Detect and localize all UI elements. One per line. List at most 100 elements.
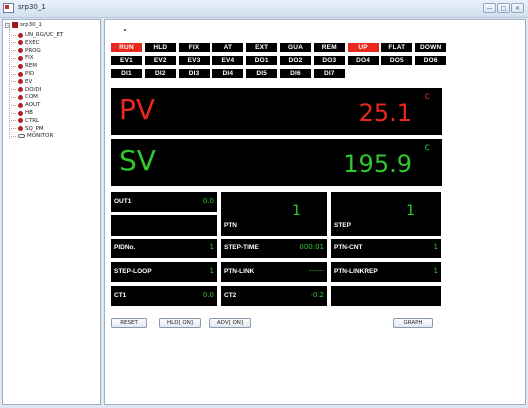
tree-item-label: UN_RG/UC_ET	[25, 32, 64, 38]
node-icon	[18, 87, 23, 93]
step-time-panel: STEP-TIME 000:01	[221, 239, 327, 258]
monitor-panel: PV 25.1 c SV 195.9 c OUT1 0.0 PIDNo. 1 S…	[104, 19, 526, 405]
ptn-linkrep-label: PTN-LINKREP	[334, 268, 378, 275]
ct3-panel	[331, 286, 441, 306]
tree-connector-dash	[11, 89, 16, 91]
ptn-label: PTN	[224, 222, 237, 229]
tree-item[interactable]: DO/DI	[11, 86, 41, 94]
tree-item[interactable]: PID	[11, 70, 34, 78]
node-icon	[18, 63, 23, 69]
hld-button[interactable]: HLD[ ON]	[159, 318, 201, 328]
ptn-cnt-panel: PTN-CNT 1	[331, 239, 441, 258]
status-lamp-di3: DI3	[178, 69, 210, 78]
indicator-dot	[124, 29, 126, 31]
ct1-value: 0.0	[202, 291, 214, 299]
tree-connector-dash	[11, 120, 16, 122]
status-lamp-di5: DI5	[246, 69, 278, 78]
sv-display: SV 195.9 c	[111, 139, 442, 186]
tree-item-label: HB	[25, 110, 33, 116]
step-loop-panel: STEP-LOOP 1	[111, 262, 217, 282]
status-lamp-do2: DO2	[280, 56, 311, 65]
tree-item[interactable]: HB	[11, 109, 33, 117]
node-icon	[18, 55, 23, 61]
pv-value: 25.1	[358, 99, 412, 127]
tree-item[interactable]: SQ_PM	[11, 125, 44, 133]
step-loop-value: 1	[209, 267, 214, 275]
adv-button[interactable]: ADV[ ON]	[209, 318, 251, 328]
node-icon	[18, 102, 23, 108]
tree-item[interactable]: EV	[11, 78, 32, 86]
sv-label: SV	[119, 144, 156, 177]
status-lamp-di2: DI2	[144, 69, 176, 78]
out1-label: OUT1	[114, 198, 132, 205]
node-icon	[18, 40, 23, 46]
pv-display: PV 25.1 c	[111, 88, 442, 135]
tree-item-label: CTRL	[25, 117, 40, 124]
tree-item[interactable]: REM	[11, 62, 37, 70]
ct1-label: CT1	[114, 292, 127, 299]
out1-panel: OUT1 0.0	[111, 192, 217, 212]
tree-item[interactable]: COM	[11, 93, 38, 101]
ptn-linkrep-panel: PTN-LINKREP 1	[331, 262, 441, 282]
sv-unit: c	[424, 142, 431, 153]
tree-connector-dash	[11, 34, 16, 36]
reset-button[interactable]: RESET	[111, 318, 147, 328]
tree-item[interactable]: PROG	[11, 47, 41, 55]
ct2-value: -0.2	[310, 291, 324, 299]
tree-item[interactable]: AOUT	[11, 101, 40, 109]
maximize-button[interactable]: □	[497, 3, 510, 13]
collapse-icon[interactable]: −	[5, 22, 10, 28]
pidno-panel: PIDNo. 1	[111, 239, 217, 258]
tree-item-label: AOUT	[25, 102, 41, 109]
tree-connector-dash	[11, 96, 16, 98]
status-lamp-ev3: EV3	[178, 56, 210, 65]
status-lamp-do5: DO5	[381, 56, 413, 65]
window-title: srp30_1	[18, 3, 46, 11]
tree-item-label: PID	[25, 71, 35, 77]
tree-connector-dash	[11, 50, 16, 52]
node-icon	[18, 79, 23, 85]
tree-item-label: COM	[25, 94, 38, 101]
status-lamp-ext: EXT	[246, 43, 278, 52]
pidno-label: PIDNo.	[114, 244, 136, 251]
ptn-cnt-value: 1	[433, 243, 438, 251]
ct2-panel: CT2 -0.2	[221, 286, 327, 306]
tree-item[interactable]: CTRL	[11, 117, 39, 125]
tree-item-label: EXEC	[25, 39, 40, 46]
ptn-panel: PTN 1	[221, 192, 327, 236]
tree-item[interactable]: FIX	[11, 54, 34, 62]
status-lamp-down: DOWN	[415, 43, 447, 52]
status-lamp-di4: DI4	[212, 69, 244, 78]
pv-label: PV	[119, 93, 156, 126]
step-label: STEP	[334, 222, 351, 229]
tree-item-label: PROG	[25, 47, 41, 54]
status-lamp-at: AT	[212, 43, 244, 52]
tree-connector-dash	[11, 42, 16, 44]
ct2-label: CT2	[224, 292, 237, 299]
minimize-button[interactable]: —	[483, 3, 496, 13]
close-button[interactable]: ✕	[511, 3, 524, 13]
status-lamp-gua: GUA	[280, 43, 311, 52]
tree-item-label: EV	[25, 78, 33, 85]
ptn-value: 1	[292, 203, 301, 219]
status-lamp-do1: DO1	[246, 56, 278, 65]
out1-value: 0.0	[202, 197, 214, 205]
status-lamp-di6: DI6	[280, 69, 311, 78]
tree-item-label: MONITOR	[27, 133, 54, 140]
tree-connector-dash	[11, 65, 16, 67]
tree-item[interactable]: MONITOR	[11, 132, 53, 140]
tree-connector-dash	[11, 128, 16, 130]
sv-value: 195.9	[343, 150, 412, 178]
pv-unit: c	[424, 91, 431, 102]
node-icon	[18, 71, 23, 77]
ptn-cnt-label: PTN-CNT	[334, 244, 363, 251]
status-lamp-ev2: EV2	[144, 56, 176, 65]
status-lamp-di1: DI1	[111, 69, 142, 78]
tree-connector-dash	[11, 81, 16, 83]
tree-root[interactable]: − srp30_1	[5, 22, 42, 28]
tree-item[interactable]: EXEC	[11, 39, 40, 47]
tree-item[interactable]: UN_RG/UC_ET	[11, 31, 63, 39]
status-lamp-ev4: EV4	[212, 56, 244, 65]
graph-button[interactable]: GRAPH	[393, 318, 433, 328]
status-lamp-do4: DO4	[347, 56, 379, 65]
